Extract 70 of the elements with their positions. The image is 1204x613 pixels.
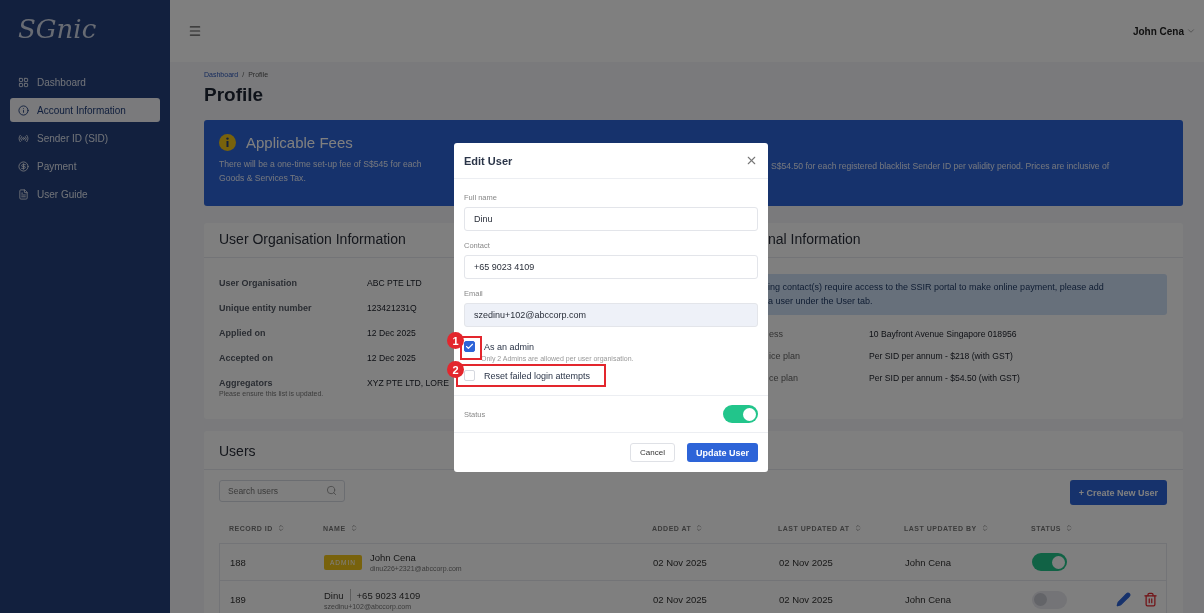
cancel-button[interactable]: Cancel <box>630 443 675 462</box>
table-cell-text: 02 Nov 2025 <box>653 594 708 605</box>
dollar-icon <box>18 160 29 172</box>
table-cell-text: 02 Nov 2025 <box>779 594 834 605</box>
document-icon <box>18 188 29 200</box>
status-toggle[interactable] <box>723 405 758 423</box>
table-cell-text: 188 <box>230 556 247 568</box>
sort-icon[interactable] <box>980 524 989 532</box>
field-label: Accepted on <box>219 353 273 363</box>
dialog-title: Edit User <box>464 154 513 167</box>
field-label: Unique entity number <box>219 303 312 313</box>
close-icon[interactable] <box>745 154 758 167</box>
status-toggle[interactable] <box>1032 590 1067 609</box>
search-icon <box>326 485 337 496</box>
field-value: XYZ PTE LTD, LORE <box>367 378 449 390</box>
field-label: ess <box>769 328 784 339</box>
sidebar-item[interactable]: Account Information <box>10 98 160 122</box>
table-cell-text: John Cena <box>905 594 952 605</box>
info-icon <box>219 134 236 151</box>
create-user-button[interactable]: + Create New User <box>1069 480 1167 505</box>
chevron-down-icon[interactable] <box>1186 26 1196 36</box>
checkbox-label[interactable]: As an admin <box>484 341 535 352</box>
field-value: ABC PTE LTD <box>367 278 422 288</box>
fees-text: Goods & Services Tax. <box>219 171 307 185</box>
field-label: Aggregators <box>219 378 273 388</box>
search-field[interactable]: Search users <box>219 480 345 502</box>
field-label: Applied on <box>219 328 266 338</box>
status-toggle[interactable] <box>1032 553 1067 571</box>
input-field[interactable]: +65 9023 4109 <box>464 255 758 279</box>
field-label: ice plan <box>769 350 802 361</box>
fees-text: S$54.50 for each registered blacklist Sender ID per validity period. Prices are inclusive of <box>771 160 1111 173</box>
sort-icon[interactable] <box>276 524 285 532</box>
delete-icon[interactable] <box>1143 592 1158 607</box>
sort-icon[interactable] <box>349 524 358 532</box>
checkbox-label[interactable]: Reset failed login attempts <box>484 370 591 381</box>
info-icon <box>18 104 29 116</box>
logo: SGnic <box>17 14 98 46</box>
annotation-marker: 1 <box>447 332 464 349</box>
update-user-button[interactable]: Update User <box>687 443 758 462</box>
highlight-frame <box>460 336 482 360</box>
menu-icon[interactable] <box>188 24 202 38</box>
fees-text: There will be a one-time set-up fee of S$545 for each <box>219 158 423 171</box>
annotation-marker: 2 <box>447 361 464 378</box>
grid-icon <box>18 76 29 88</box>
field-label: User Organisation <box>219 278 298 288</box>
sort-icon[interactable] <box>853 524 862 532</box>
field-value: 12 Dec 2025 <box>367 328 416 338</box>
page-title: Profile <box>204 84 265 106</box>
field-label: ce plan <box>769 372 800 383</box>
sidebar-item[interactable]: Sender ID (SID) <box>10 126 160 150</box>
table-cell-text: 189 <box>230 594 247 605</box>
sort-icon[interactable] <box>1064 524 1073 532</box>
table-cell-text: 02 Nov 2025 <box>653 556 708 568</box>
broadcast-icon <box>18 132 29 144</box>
sidebar-item[interactable]: Payment <box>10 154 160 178</box>
field-value: 123421231Q <box>367 303 417 313</box>
user-name: John Cena <box>369 552 416 563</box>
field-value: 12 Dec 2025 <box>367 353 416 363</box>
sort-icon[interactable] <box>695 524 704 532</box>
sidebar-item[interactable]: Dashboard <box>10 70 160 94</box>
sidebar-item[interactable]: User Guide <box>10 182 160 206</box>
checkbox[interactable] <box>464 341 475 352</box>
edit-icon[interactable] <box>1116 592 1131 607</box>
input-field[interactable]: Dinu <box>464 207 758 231</box>
table-cell-text: John Cena <box>905 556 952 568</box>
user-name: Dinu <box>324 589 344 601</box>
table-cell-text: 02 Nov 2025 <box>779 556 834 568</box>
user-menu[interactable]: John Cena <box>1132 25 1184 37</box>
fees-title: Applicable Fees <box>246 134 353 151</box>
user-contact: +65 9023 4109 <box>356 589 421 601</box>
